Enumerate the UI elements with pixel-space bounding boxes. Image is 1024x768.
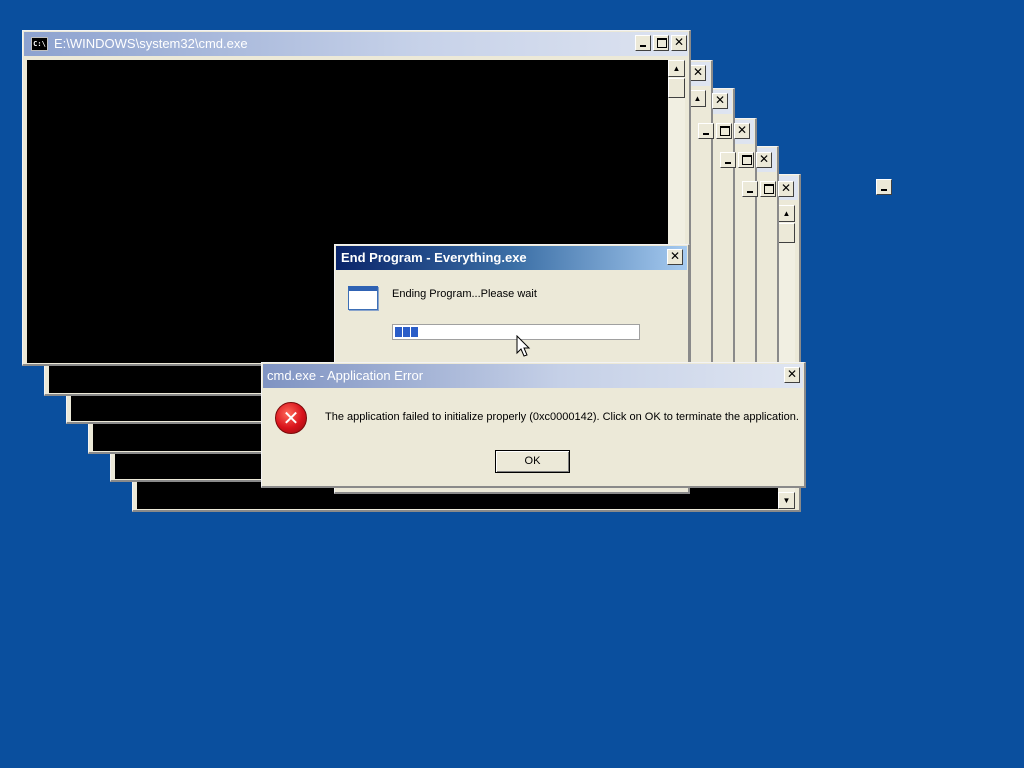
close-icon[interactable]: ✕ — [778, 181, 794, 197]
window-icon — [348, 286, 378, 310]
end-program-titlebar[interactable]: End Program - Everything.exe — [336, 246, 687, 270]
maximize-icon[interactable] — [653, 35, 669, 51]
progress-block — [403, 327, 410, 337]
close-icon[interactable]: ✕ — [712, 93, 728, 109]
application-error-dialog: cmd.exe - Application Error ✕ ✕ The appl… — [261, 362, 806, 488]
cmd-icon: C:\ — [31, 37, 48, 51]
error-dialog-titlebar[interactable]: cmd.exe - Application Error — [263, 364, 803, 388]
close-icon[interactable]: ✕ — [667, 249, 683, 265]
error-message: The application failed to initialize pro… — [325, 411, 799, 423]
error-dialog-title: cmd.exe - Application Error — [267, 368, 424, 383]
scroll-up-icon[interactable]: ▲ — [689, 90, 706, 107]
close-icon[interactable]: ✕ — [690, 65, 706, 81]
maximize-icon[interactable] — [760, 181, 776, 197]
minimize-icon[interactable] — [698, 123, 714, 139]
minimize-icon[interactable] — [742, 181, 758, 197]
scroll-up-icon[interactable]: ▲ — [778, 205, 795, 222]
end-program-message: Ending Program...Please wait — [392, 288, 537, 300]
mouse-cursor-icon — [516, 335, 531, 357]
progress-block — [395, 327, 402, 337]
close-icon[interactable]: ✕ — [671, 35, 687, 51]
scroll-thumb[interactable] — [778, 223, 795, 243]
scroll-thumb[interactable] — [668, 78, 685, 98]
cmd-window-titlebar[interactable]: C:\ E:\WINDOWS\system32\cmd.exe — [24, 32, 688, 56]
end-program-title: End Program - Everything.exe — [341, 250, 527, 265]
minimize-icon[interactable] — [635, 35, 651, 51]
close-icon[interactable]: ✕ — [734, 123, 750, 139]
error-x-icon: ✕ — [275, 402, 307, 434]
cmd-window-title: E:\WINDOWS\system32\cmd.exe — [54, 36, 248, 51]
maximize-icon[interactable] — [738, 152, 754, 168]
ok-button[interactable]: OK — [495, 450, 570, 473]
minimize-icon[interactable] — [720, 152, 736, 168]
close-icon[interactable]: ✕ — [784, 367, 800, 383]
progress-block — [411, 327, 418, 337]
minimize-icon[interactable] — [876, 179, 892, 195]
scroll-down-icon[interactable]: ▼ — [778, 492, 795, 509]
scroll-up-icon[interactable]: ▲ — [668, 60, 685, 77]
close-icon[interactable]: ✕ — [756, 152, 772, 168]
maximize-icon[interactable] — [716, 123, 732, 139]
